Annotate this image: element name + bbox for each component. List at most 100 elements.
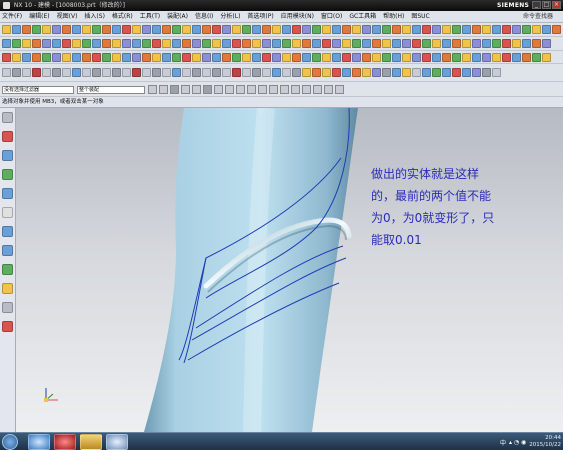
- tool-icon[interactable]: [432, 53, 441, 62]
- tool-icon[interactable]: [2, 68, 11, 77]
- tool-icon[interactable]: [242, 25, 251, 34]
- snap-face-icon[interactable]: [335, 85, 344, 94]
- tool-icon[interactable]: [32, 25, 41, 34]
- tool-icon[interactable]: [282, 25, 291, 34]
- tool-icon[interactable]: [532, 39, 541, 48]
- tool-icon[interactable]: [312, 39, 321, 48]
- point-icon[interactable]: [203, 85, 212, 94]
- tool-icon[interactable]: [332, 39, 341, 48]
- menu-suc[interactable]: 图SUC: [411, 11, 429, 22]
- tool-icon[interactable]: [52, 53, 61, 62]
- tool-icon[interactable]: [312, 25, 321, 34]
- menu-analysis[interactable]: 分析(L): [220, 11, 240, 22]
- tool-icon[interactable]: [92, 68, 101, 77]
- tool-icon[interactable]: [422, 68, 431, 77]
- tool-icon[interactable]: [202, 25, 211, 34]
- tool-icon[interactable]: [212, 68, 221, 77]
- tool-icon[interactable]: [202, 39, 211, 48]
- tool-icon[interactable]: [12, 53, 21, 62]
- menu-view[interactable]: 视图(V): [57, 11, 78, 22]
- tool-icon[interactable]: [342, 39, 351, 48]
- tool-icon[interactable]: [292, 68, 301, 77]
- tool-icon[interactable]: [372, 25, 381, 34]
- tool-icon[interactable]: [302, 53, 311, 62]
- tool-icon[interactable]: [162, 53, 171, 62]
- snap-circle-icon[interactable]: [302, 85, 311, 94]
- tool-icon[interactable]: [492, 53, 501, 62]
- tool-icon[interactable]: [252, 68, 261, 77]
- tool-icon[interactable]: [372, 39, 381, 48]
- snap-intersection-icon[interactable]: [269, 85, 278, 94]
- tool-icon[interactable]: [362, 53, 371, 62]
- tool-icon[interactable]: [292, 25, 301, 34]
- tool-icon[interactable]: [12, 39, 21, 48]
- curve-icon[interactable]: [192, 85, 201, 94]
- tool-icon[interactable]: [422, 25, 431, 34]
- tool-icon[interactable]: [492, 25, 501, 34]
- tool-icon[interactable]: [212, 39, 221, 48]
- tool-icon[interactable]: [152, 68, 161, 77]
- tool-icon[interactable]: [172, 68, 181, 77]
- tool-icon[interactable]: [482, 25, 491, 34]
- tool-icon[interactable]: [332, 53, 341, 62]
- tool-icon[interactable]: [332, 25, 341, 34]
- tool-icon[interactable]: [542, 39, 551, 48]
- tool-icon[interactable]: [512, 39, 521, 48]
- tool-icon[interactable]: [292, 39, 301, 48]
- tool-icon[interactable]: [132, 68, 141, 77]
- tool-icon[interactable]: [282, 53, 291, 62]
- tool-icon[interactable]: [382, 53, 391, 62]
- snap-line-icon[interactable]: [291, 85, 300, 94]
- tool-icon[interactable]: [472, 53, 481, 62]
- reuse-library-icon[interactable]: [2, 321, 13, 332]
- tool-icon[interactable]: [362, 25, 371, 34]
- tool-icon[interactable]: [282, 68, 291, 77]
- tool-icon[interactable]: [452, 68, 461, 77]
- tool-icon[interactable]: [482, 68, 491, 77]
- tool-icon[interactable]: [22, 39, 31, 48]
- tool-icon[interactable]: [352, 53, 361, 62]
- tool-icon[interactable]: [2, 53, 11, 62]
- tool-icon[interactable]: [372, 68, 381, 77]
- menu-format[interactable]: 格式(R): [112, 11, 133, 22]
- taskbar-app-folder[interactable]: [80, 434, 102, 450]
- tool-icon[interactable]: [322, 25, 331, 34]
- tool-icon[interactable]: [42, 53, 51, 62]
- tool-icon[interactable]: [142, 53, 151, 62]
- menu-file[interactable]: 文件(F): [2, 11, 22, 22]
- tool-icon[interactable]: [492, 68, 501, 77]
- tool-icon[interactable]: [92, 25, 101, 34]
- menu-preferences[interactable]: 首选项(P): [247, 11, 273, 22]
- taskbar-app-qq[interactable]: [28, 434, 50, 450]
- tool-icon[interactable]: [192, 39, 201, 48]
- tool-icon[interactable]: [182, 39, 191, 48]
- snap-midpoint-icon[interactable]: [236, 85, 245, 94]
- tool-icon[interactable]: [172, 39, 181, 48]
- tool-icon[interactable]: [112, 39, 121, 48]
- snap-center-icon[interactable]: [247, 85, 256, 94]
- tool-icon[interactable]: [412, 25, 421, 34]
- tool-icon[interactable]: [152, 25, 161, 34]
- tool-icon[interactable]: [62, 39, 71, 48]
- ime-indicator[interactable]: 中: [500, 438, 506, 447]
- tool-icon[interactable]: [362, 39, 371, 48]
- tool-icon[interactable]: [402, 39, 411, 48]
- selection-scope-select[interactable]: 整个装配: [77, 85, 145, 94]
- tool-icon[interactable]: [52, 68, 61, 77]
- menu-info[interactable]: 信息(I): [195, 11, 213, 22]
- tool-icon[interactable]: [392, 25, 401, 34]
- tool-icon[interactable]: [522, 25, 531, 34]
- tool-icon[interactable]: [192, 53, 201, 62]
- start-button[interactable]: [2, 434, 18, 450]
- tool-icon[interactable]: [22, 53, 31, 62]
- tool-icon[interactable]: [272, 39, 281, 48]
- tool-icon[interactable]: [402, 25, 411, 34]
- tool-icon[interactable]: [502, 25, 511, 34]
- tool-icon[interactable]: [392, 68, 401, 77]
- tool-icon[interactable]: [302, 25, 311, 34]
- tool-icon[interactable]: [452, 25, 461, 34]
- tool-icon[interactable]: [252, 25, 261, 34]
- tool-icon[interactable]: [82, 68, 91, 77]
- tool-icon[interactable]: [382, 25, 391, 34]
- tool-icon[interactable]: [502, 53, 511, 62]
